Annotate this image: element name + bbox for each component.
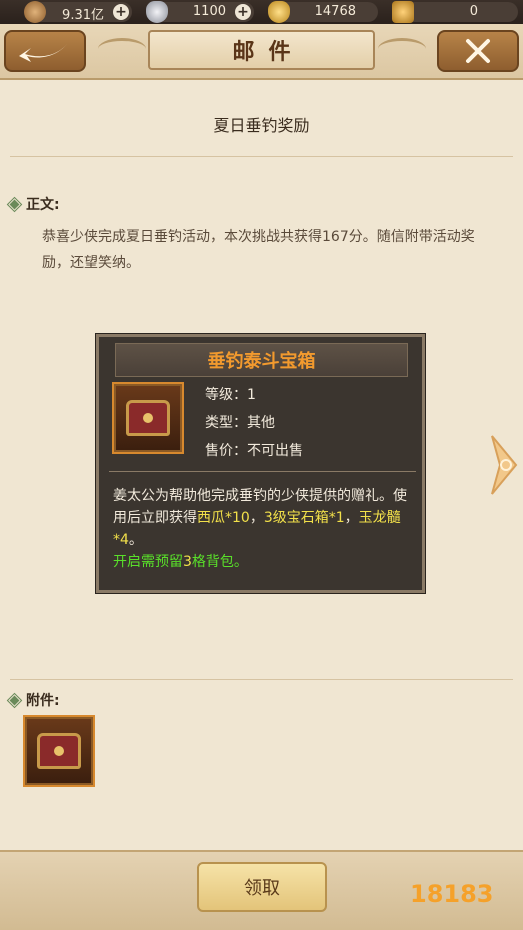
mail-header: 邮件 (0, 24, 523, 80)
attachment-chest-slot[interactable] (23, 715, 95, 787)
attachments-label: 附件: (26, 693, 60, 709)
gold-ingot-icon (268, 1, 290, 23)
bag-req-text-end: 格背包。 (191, 554, 248, 570)
mail-subject: 夏日垂钓奖励 (213, 116, 310, 135)
mail-body: 恭喜少侠完成夏日垂钓活动，本次挑战共获得167分。随信附带活动奖励，还望笑纳。 (42, 229, 475, 271)
watermark-logo: 18183 (410, 880, 494, 908)
currency-copper: 9.31亿 + (24, 1, 132, 23)
level-value: 1 (247, 387, 256, 403)
item-name-banner: 垂钓泰斗宝箱 (115, 343, 408, 377)
page-title: 邮件 (232, 39, 305, 65)
back-arrow-icon (19, 44, 67, 62)
attachments-label-row: 附件: (6, 690, 60, 710)
locked-gold-icon (392, 1, 414, 23)
reward-watermelon: 西瓜*10 (197, 510, 250, 526)
divider (10, 156, 513, 157)
currency-silver: 1100 + (146, 1, 254, 23)
bag-req-count: 3 (183, 554, 192, 570)
type-value: 其他 (247, 415, 275, 431)
header-ornament-left (98, 38, 146, 60)
level-label: 等级： (205, 387, 247, 403)
item-type: 类型：其他 (205, 412, 275, 432)
add-copper-button[interactable]: + (113, 4, 129, 20)
header-ornament-right (378, 38, 426, 60)
chest-icon (37, 733, 81, 769)
tooltip-divider (109, 471, 416, 472)
chest-icon (126, 400, 170, 436)
price-label: 售价： (205, 443, 247, 459)
reward-gem-box: 3级宝石箱*1 (263, 510, 345, 526)
currency-value: 0 (469, 4, 478, 19)
close-button[interactable] (437, 30, 519, 72)
cloud-arrow-icon (491, 435, 518, 495)
silver-ingot-icon (146, 1, 168, 23)
page-title-plate: 邮件 (148, 30, 375, 70)
item-level: 等级：1 (205, 384, 256, 404)
price-value: 不可出售 (247, 443, 303, 459)
body-label: 正文: (26, 197, 60, 213)
back-button[interactable] (4, 30, 86, 72)
currency-locked-gold: 0 (392, 1, 518, 23)
close-icon (466, 39, 490, 63)
diamond-bullet-icon (6, 196, 23, 212)
divider (10, 679, 513, 680)
add-silver-button[interactable]: + (235, 4, 251, 20)
item-price: 售价：不可出售 (205, 440, 303, 460)
bag-requirement: 开启需预留3格背包。 (113, 554, 248, 570)
desc-sep: ， (249, 510, 264, 526)
copper-coin-icon (24, 1, 46, 23)
currency-value: 9.31亿 (62, 8, 104, 23)
item-name: 垂钓泰斗宝箱 (207, 351, 316, 372)
item-tooltip: 垂钓泰斗宝箱 等级：1 类型：其他 售价：不可出售 姜太公为帮助他完成垂钓的少侠… (96, 334, 425, 593)
item-description: 姜太公为帮助他完成垂钓的少侠提供的赠礼。使用后立即获得西瓜*10，3级宝石箱*1… (113, 485, 413, 573)
bag-req-text: 开启需预留 (113, 554, 183, 570)
desc-end: 。 (128, 532, 143, 548)
chest-item-icon (112, 382, 184, 454)
type-label: 类型： (205, 415, 247, 431)
diamond-bullet-icon (6, 692, 23, 708)
currency-gold: 14768 (268, 1, 378, 23)
currency-value: 1100 (192, 4, 226, 19)
desc-sep: ， (344, 510, 359, 526)
currency-value: 14768 (314, 4, 356, 19)
claim-button[interactable]: 领取 (197, 862, 327, 912)
currency-bar: 9.31亿 + 1100 + 14768 0 (0, 0, 523, 24)
next-mail-button[interactable] (488, 432, 520, 498)
body-label-row: 正文: (6, 194, 60, 214)
